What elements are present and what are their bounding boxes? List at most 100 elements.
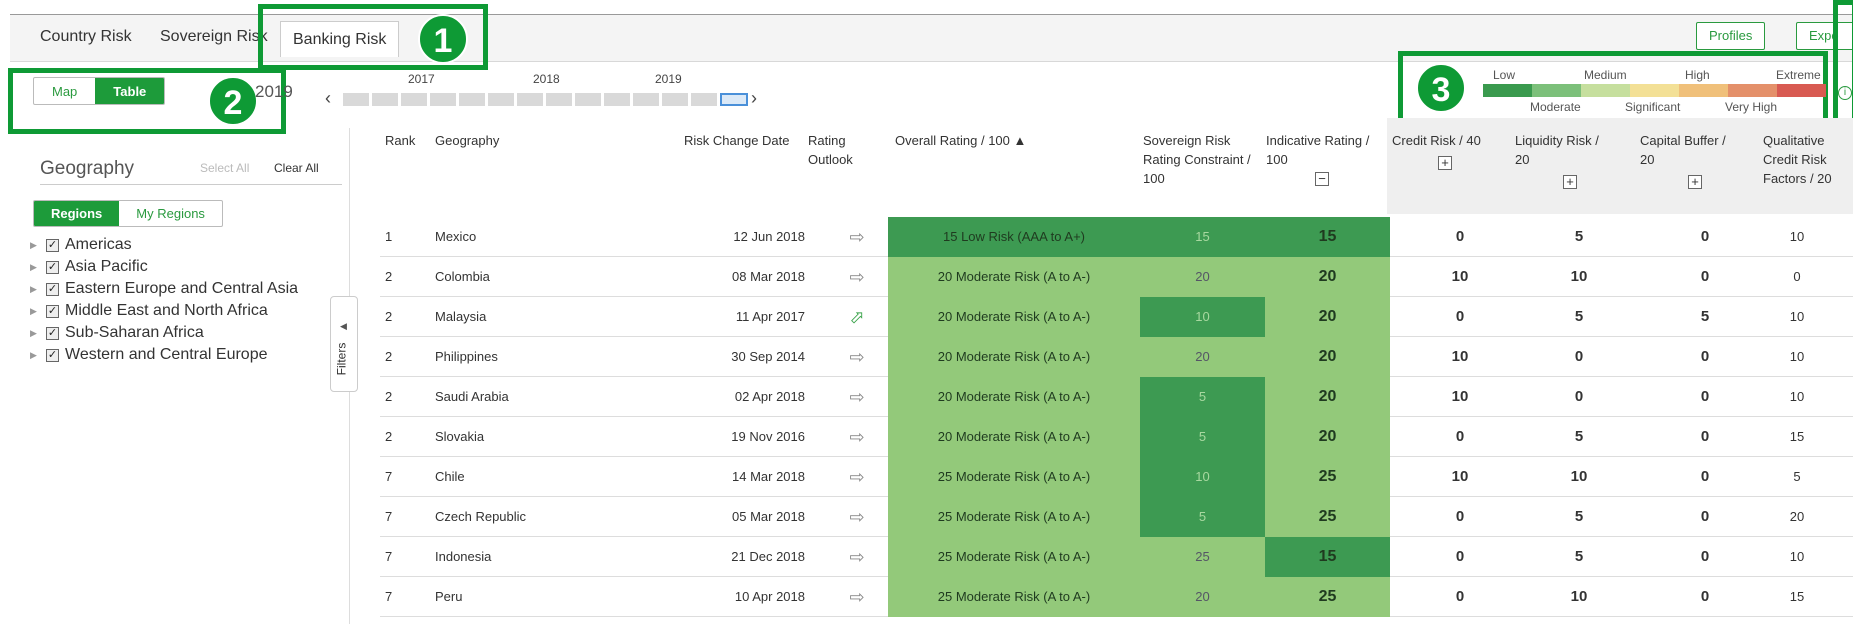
table-row[interactable]: 7 Indonesia 21 Dec 2018 ⇨ 25 Moderate Risk (… [380, 537, 1853, 577]
outlook-arrow-icon: ⇨ [849, 227, 865, 247]
tab-regions[interactable]: Regions [34, 201, 120, 226]
risk-legend: Low Medium High Extreme Moderate Signifi… [1480, 66, 1830, 116]
geography-cell: Czech Republic [435, 509, 527, 524]
select-all-link[interactable]: Select All [200, 161, 249, 175]
table-row[interactable]: 7 Chile 14 Mar 2018 ⇨ 25 Moderate Risk (A to… [380, 457, 1853, 497]
rank-cell: 2 [385, 389, 393, 404]
indicative-rating-cell: 20 [1265, 257, 1390, 297]
profiles-button[interactable]: Profiles [1696, 22, 1766, 50]
credit-expand-icon[interactable]: + [1438, 156, 1452, 170]
timeline-cell[interactable] [517, 93, 543, 106]
expand-caret-icon[interactable]: ▶ [30, 284, 46, 295]
rank-cell: 2 [385, 429, 393, 444]
col-header-geography[interactable]: Geography [435, 131, 499, 150]
geography-cell: Chile [435, 469, 465, 484]
timeline-cell[interactable] [430, 93, 456, 106]
rank-cell: 7 [385, 589, 393, 604]
geography-cell: Mexico [435, 229, 477, 244]
col-header-risk-change-date[interactable]: Risk Change Date [684, 131, 790, 150]
region-checkbox[interactable]: ✓ [46, 304, 59, 318]
timeline-cell[interactable] [604, 93, 630, 106]
timeline-slider[interactable]: ‹ 2017 2018 2019 › [325, 70, 757, 110]
col-header-credit-risk[interactable]: Credit Risk / 40 [1392, 131, 1492, 150]
col-header-liquidity-risk[interactable]: Liquidity Risk / 20 [1515, 131, 1615, 169]
region-checkbox[interactable]: ✓ [46, 326, 59, 340]
region-item[interactable]: ▶ ✓ Middle East and North Africa [30, 302, 268, 320]
expand-caret-icon[interactable]: ▶ [30, 328, 46, 339]
table-row[interactable]: 7 Peru 10 Apr 2018 ⇨ 25 Moderate Risk (A to … [380, 577, 1853, 617]
liquidity-risk-cell: 10 [1570, 588, 1588, 605]
clear-all-link[interactable]: Clear All [274, 161, 319, 175]
credit-risk-cell: 0 [1455, 508, 1465, 525]
timeline-cell[interactable] [691, 93, 717, 106]
tab-my-regions[interactable]: My Regions [119, 201, 222, 226]
region-checkbox[interactable]: ✓ [46, 348, 59, 362]
region-item[interactable]: ▶ ✓ Eastern Europe and Central Asia [30, 280, 298, 298]
col-header-sovereign-constraint[interactable]: Sovereign Risk Rating Constraint / 100 [1143, 131, 1253, 188]
timeline-cell[interactable] [459, 93, 485, 106]
table-row[interactable]: 2 Saudi Arabia 02 Apr 2018 ⇨ 20 Moderate Ris… [380, 377, 1853, 417]
region-item[interactable]: ▶ ✓ Asia Pacific [30, 258, 148, 276]
col-header-qualitative[interactable]: Qualitative Credit Risk Factors / 20 [1763, 131, 1851, 188]
timeline-prev-arrow[interactable]: ‹ [325, 88, 331, 109]
expand-caret-icon[interactable]: ▶ [30, 306, 46, 317]
overall-rating-cell: 20 Moderate Risk (A to A-) [888, 417, 1140, 457]
indicative-rating-cell: 20 [1265, 377, 1390, 417]
map-view-button[interactable]: Map [34, 78, 95, 104]
liquidity-risk-cell: 0 [1574, 388, 1584, 405]
indicative-collapse-icon[interactable]: − [1315, 172, 1329, 186]
table-row[interactable]: 1 Mexico 12 Jun 2018 ⇨ 15 Low Risk (AAA to A… [380, 217, 1853, 257]
timeline-cell[interactable] [633, 93, 659, 106]
expand-caret-icon[interactable]: ▶ [30, 350, 46, 361]
region-checkbox[interactable]: ✓ [46, 260, 59, 274]
table-row[interactable]: 2 Slovakia 19 Nov 2016 ⇨ 20 Moderate Risk (A… [380, 417, 1853, 457]
timeline-next-arrow[interactable]: › [751, 88, 757, 109]
outlook-arrow-icon: ⇨ [849, 427, 865, 447]
region-item[interactable]: ▶ ✓ Sub-Saharan Africa [30, 324, 204, 342]
liquidity-expand-icon[interactable]: + [1563, 175, 1577, 189]
legend-color-swatch [1532, 84, 1581, 97]
region-item[interactable]: ▶ ✓ Western and Central Europe [30, 346, 267, 364]
table-row[interactable]: 7 Czech Republic 05 Mar 2018 ⇨ 25 Moderate R… [380, 497, 1853, 537]
timeline-cell[interactable] [662, 93, 688, 106]
table-row[interactable]: 2 Colombia 08 Mar 2018 ⇨ 20 Moderate Risk (A… [380, 257, 1853, 297]
overall-rating-cell: 20 Moderate Risk (A to A-) [888, 297, 1140, 337]
region-checkbox[interactable]: ✓ [46, 238, 59, 252]
legend-label-high: High [1685, 68, 1710, 82]
col-header-rating-outlook[interactable]: Rating Outlook [808, 131, 868, 169]
timeline-cell[interactable] [343, 93, 369, 106]
col-header-rank[interactable]: Rank [385, 131, 415, 150]
region-item[interactable]: ▶ ✓ Americas [30, 236, 132, 254]
timeline-selected-cell[interactable] [720, 93, 748, 106]
timeline-cell[interactable] [401, 93, 427, 106]
capital-expand-icon[interactable]: + [1688, 175, 1702, 189]
timeline-year-2017: 2017 [408, 72, 435, 86]
indicative-rating-cell: 20 [1265, 297, 1390, 337]
timeline-cell[interactable] [575, 93, 601, 106]
qualitative-factors-cell: 15 [1789, 429, 1805, 444]
credit-risk-cell: 0 [1455, 588, 1465, 605]
col-header-indicative-rating[interactable]: Indicative Rating / 100 [1266, 131, 1381, 169]
expand-caret-icon[interactable]: ▶ [30, 262, 46, 273]
timeline-cell[interactable] [372, 93, 398, 106]
filters-collapse-tab[interactable]: ◀ Filters [330, 296, 358, 392]
timeline-cell[interactable] [488, 93, 514, 106]
qualitative-factors-cell: 10 [1789, 389, 1805, 404]
timeline-cell[interactable] [546, 93, 572, 106]
risk-change-date-cell: 14 Mar 2018 [732, 469, 805, 484]
risk-change-date-cell: 21 Dec 2018 [731, 549, 805, 564]
view-toggle: Map Table [33, 77, 166, 105]
table-row[interactable]: 2 Philippines 30 Sep 2014 ⇨ 20 Moderate Risk… [380, 337, 1853, 377]
table-view-button[interactable]: Table [95, 78, 165, 104]
table-row[interactable]: 2 Malaysia 11 Apr 2017 ⬀ 20 Moderate Risk (A… [380, 297, 1853, 337]
tab-country-risk[interactable]: Country Risk [40, 28, 132, 46]
col-header-capital-buffer[interactable]: Capital Buffer / 20 [1640, 131, 1740, 169]
col-header-overall-rating[interactable]: Overall Rating / 100 ▲ [895, 131, 1026, 150]
region-checkbox[interactable]: ✓ [46, 282, 59, 296]
expand-caret-icon[interactable]: ▶ [30, 240, 46, 251]
tab-sovereign-risk[interactable]: Sovereign Risk [160, 28, 268, 46]
info-icon[interactable]: i [1838, 86, 1852, 100]
outlook-arrow-icon: ⇨ [849, 347, 865, 367]
qualitative-factors-cell: 10 [1789, 349, 1805, 364]
risk-change-date-cell: 08 Mar 2018 [732, 269, 805, 284]
